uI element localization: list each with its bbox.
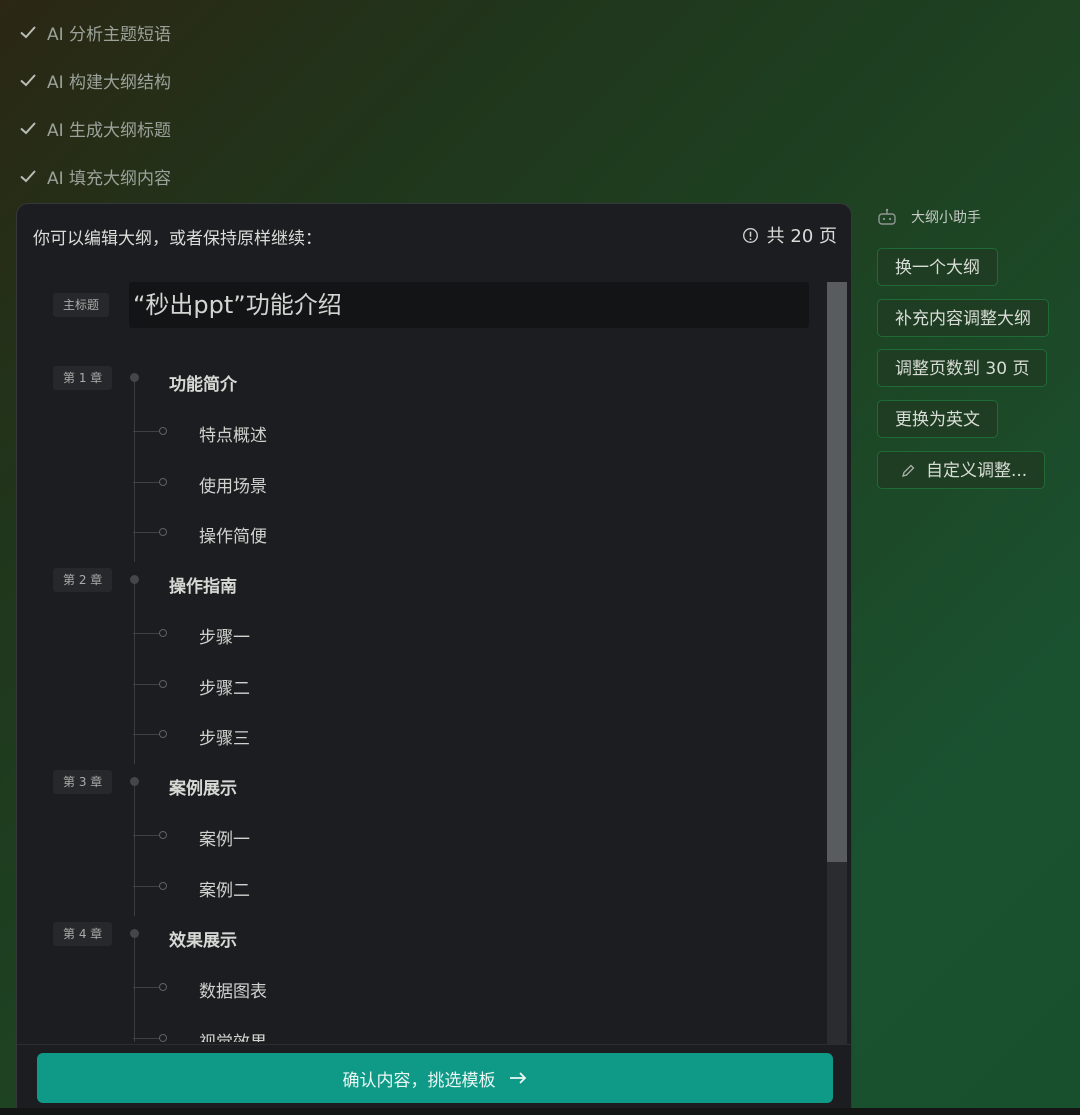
connector-line [133,835,159,836]
section-dot [159,983,167,991]
section-dot [159,1034,167,1042]
connector-line [133,684,159,685]
chapter-tag: 第 1 章 [53,366,113,390]
divider [17,1044,851,1045]
chapter-title[interactable]: 功能简介 [169,370,237,395]
connector-line [133,1038,159,1039]
info-icon [742,227,758,243]
check-icon [20,74,36,87]
chapter-dot [130,373,139,382]
connector-line [133,532,159,533]
section-dot [159,528,167,536]
arrow-right-icon [509,1072,526,1084]
chapter-title[interactable]: 效果展示 [169,926,237,951]
outline-panel: 你可以编辑大纲，或者保持原样继续： 共 20 页 主标题 “秒出ppt”功能介绍… [16,203,852,1115]
chapter-dot [130,929,139,938]
progress-step: AI 生成大纲标题 [18,104,171,152]
progress-steps: AI 分析主题短语 AI 构建大纲结构 AI 生成大纲标题 AI 填充大纲内容 [18,8,171,200]
section-title[interactable]: 使用场景 [199,472,267,497]
progress-step: AI 构建大纲结构 [18,56,171,104]
panel-instruction: 你可以编辑大纲，或者保持原样继续： [33,229,322,249]
main-title-input[interactable]: “秒出ppt”功能介绍 [129,282,809,328]
connector-line [133,886,159,887]
suggestion-change-outline-button[interactable]: 换一个大纲 [877,248,998,286]
section-title[interactable]: 案例二 [199,876,250,901]
outline-assistant: 大纲小助手 换一个大纲 补充内容调整大纲 调整页数到 30 页 更换为英文 自定… [877,206,1049,489]
connector-line [134,382,135,562]
chapter-dot [130,575,139,584]
progress-step-label: AI 分析主题短语 [47,24,172,45]
section-title[interactable]: 步骤二 [199,674,250,699]
confirm-button[interactable]: 确认内容，挑选模板 [37,1053,833,1103]
connector-line [133,734,159,735]
progress-step-label: AI 填充大纲内容 [47,168,172,189]
check-icon [20,170,36,183]
chapter-tag: 第 3 章 [53,770,113,794]
section-title[interactable]: 特点概述 [199,421,267,446]
progress-step-label: AI 生成大纲标题 [47,120,172,141]
progress-step: AI 分析主题短语 [18,8,171,56]
section-title[interactable]: 数据图表 [199,977,267,1002]
scrollbar-thumb[interactable] [827,282,847,862]
progress-step: AI 填充大纲内容 [18,152,171,200]
bottom-bar [0,1108,1080,1115]
section-dot [159,629,167,637]
section-dot [159,680,167,688]
outline-editor[interactable]: 主标题 “秒出ppt”功能介绍 第 1 章 功能简介 特点概述 使用场景 操作简… [17,282,822,1042]
suggestion-english-button[interactable]: 更换为英文 [877,400,998,438]
page-count: 共 20 页 [742,222,837,248]
connector-line [133,431,159,432]
custom-adjust-label: 自定义调整... [926,461,1028,481]
chapter-title[interactable]: 案例展示 [169,774,237,799]
confirm-button-label: 确认内容，挑选模板 [342,1070,496,1091]
suggestion-supplement-content-button[interactable]: 补充内容调整大纲 [877,299,1049,337]
assistant-title: 大纲小助手 [911,210,981,226]
robot-icon [878,208,896,225]
connector-line [134,786,135,916]
custom-adjust-button[interactable]: 自定义调整... [877,451,1046,489]
section-dot [159,831,167,839]
connector-line [133,482,159,483]
pencil-icon [902,464,915,477]
progress-step-label: AI 构建大纲结构 [47,72,172,93]
page-count-label: 共 20 页 [766,226,837,247]
section-dot [159,427,167,435]
chapter-tag: 第 2 章 [53,568,113,592]
connector-line [133,633,159,634]
section-title[interactable]: 视觉效果 [199,1028,267,1042]
section-title[interactable]: 步骤三 [199,724,250,749]
section-dot [159,882,167,890]
connector-line [134,584,135,764]
chapter-dot [130,777,139,786]
connector-line [133,987,159,988]
section-dot [159,730,167,738]
check-icon [20,122,36,135]
check-icon [20,26,36,39]
section-title[interactable]: 操作简便 [199,522,267,547]
section-dot [159,478,167,486]
main-title-tag: 主标题 [53,293,110,317]
connector-line [134,938,135,1042]
assistant-header: 大纲小助手 [877,206,981,228]
section-title[interactable]: 案例一 [199,825,250,850]
chapter-title[interactable]: 操作指南 [169,572,237,597]
suggestion-adjust-pages-button[interactable]: 调整页数到 30 页 [877,349,1048,387]
chapter-tag: 第 4 章 [53,922,113,946]
section-title[interactable]: 步骤一 [199,623,250,648]
